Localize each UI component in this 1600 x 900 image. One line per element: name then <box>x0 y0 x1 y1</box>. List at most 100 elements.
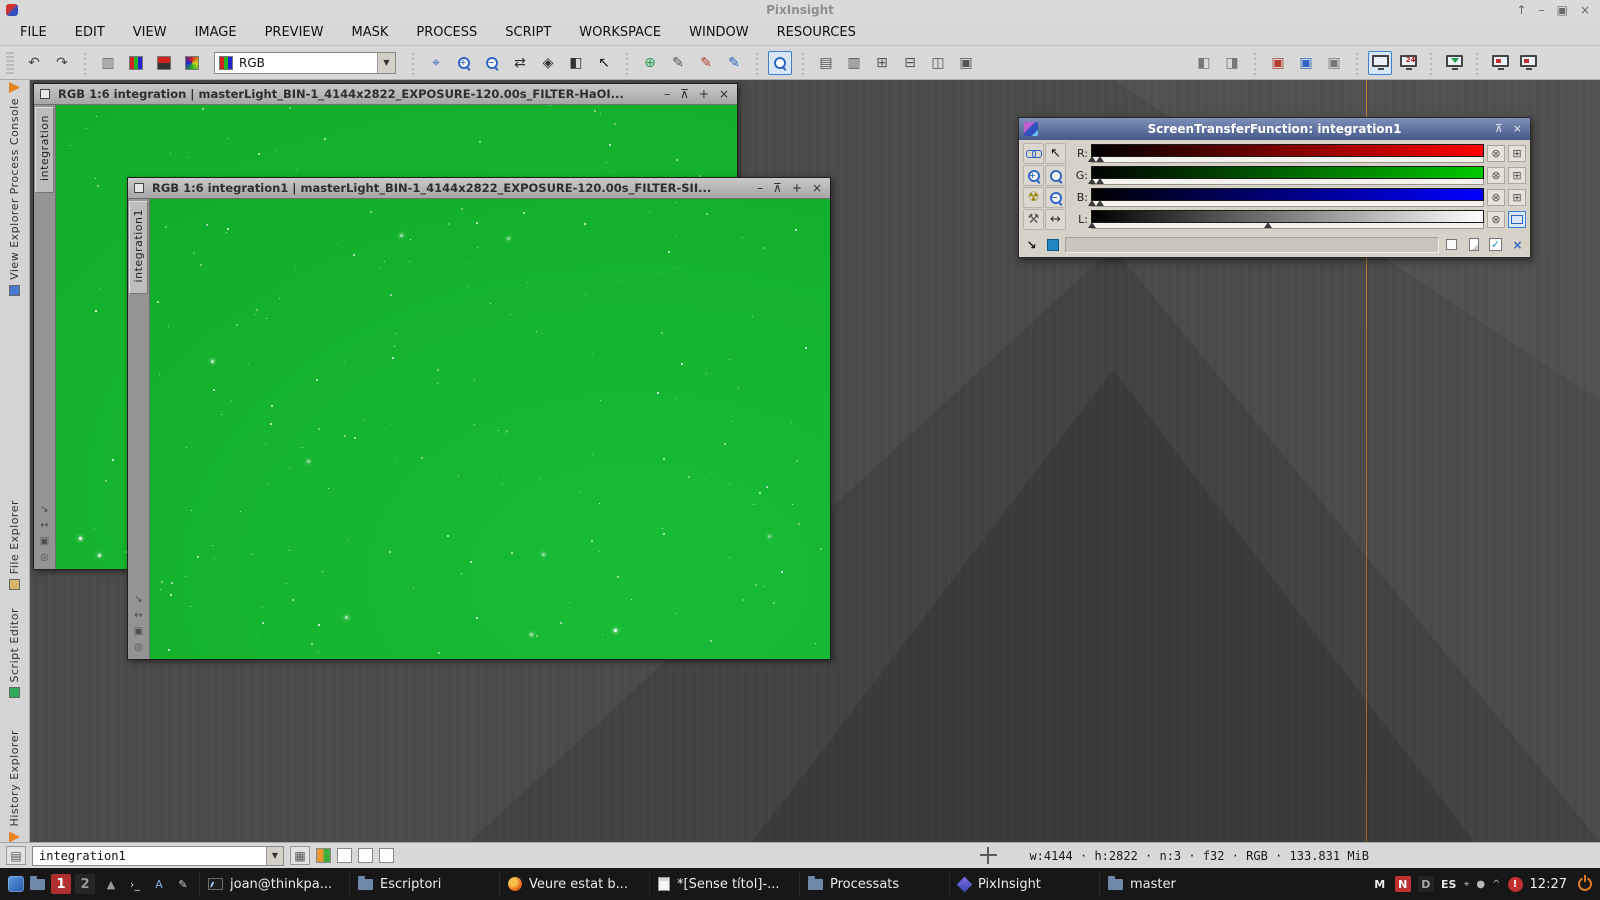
app-menu-icon[interactable] <box>8 876 24 892</box>
keyboard-layout-indicator[interactable]: ES <box>1441 876 1457 892</box>
new-preview-icon[interactable]: ⊕ <box>638 51 662 75</box>
menu-edit[interactable]: EDIT <box>75 25 105 40</box>
menu-file[interactable]: FILE <box>20 25 47 40</box>
taskbar-task--sense-t-tol-[interactable]: *[Sense títol]-... <box>649 872 799 896</box>
find-process-icon[interactable] <box>768 51 792 75</box>
midtone-marker[interactable] <box>1096 200 1104 206</box>
taskbar-task-pixinsight[interactable]: PixInsight <box>949 872 1099 896</box>
track-icon[interactable]: ⊞ <box>1508 145 1526 162</box>
collapse-icon[interactable]: × <box>1509 236 1526 253</box>
color-swatch[interactable] <box>358 848 373 863</box>
pointer-mode-icon[interactable]: ↖ <box>592 51 616 75</box>
window-collapse-icon[interactable]: ⊟ <box>898 51 922 75</box>
reset-channel-icon[interactable]: ⊗ <box>1487 167 1505 184</box>
menu-script[interactable]: SCRIPT <box>505 25 551 40</box>
shade-icon[interactable]: ⊼ <box>1495 118 1503 140</box>
image-window-integration1[interactable]: RGB 1:6 integration1 | masterLight_BIN-1… <box>127 177 831 660</box>
tray-icon-2[interactable]: ^ <box>1492 879 1500 890</box>
enabled-checkbox[interactable]: ✓ <box>1487 236 1504 253</box>
background-pattern-swatch[interactable] <box>316 848 331 863</box>
zoom-in-mode-icon[interactable]: + <box>452 51 476 75</box>
reset-channel-icon[interactable]: ⊗ <box>1487 145 1505 162</box>
view-list-icon[interactable]: ▤ <box>6 846 26 865</box>
stf-slider[interactable] <box>1091 188 1484 207</box>
fit-view-icon[interactable]: ⇄ <box>508 51 532 75</box>
window-tile-icon[interactable]: ◫ <box>926 51 950 75</box>
tray-indicator-n[interactable]: N <box>1395 876 1411 892</box>
monitor-reset-icon[interactable] <box>1488 51 1512 75</box>
sidebar-item-view-explorer[interactable]: View Explorer <box>0 198 29 296</box>
window-sys-icon[interactable] <box>134 183 144 193</box>
stf-monitor-icon[interactable] <box>1368 51 1392 75</box>
pan-mode-icon[interactable]: ⌖ <box>424 51 448 75</box>
window-minimize-icon[interactable]: – <box>1539 0 1545 20</box>
reset-channel-icon[interactable]: ⊗ <box>1487 211 1505 228</box>
tray-indicator-m[interactable]: M <box>1372 876 1388 892</box>
midtone-marker[interactable] <box>1088 200 1096 206</box>
chevron-down-icon[interactable]: ▼ <box>266 847 283 865</box>
menu-resources[interactable]: RESOURCES <box>777 25 856 40</box>
fit-window-icon[interactable]: ↘ <box>40 505 48 515</box>
fit-width-icon[interactable]: ↔ <box>40 521 48 531</box>
terminal-launcher-icon[interactable]: ›_ <box>125 874 145 894</box>
window-prev-icon[interactable]: ▤ <box>814 51 838 75</box>
maximize-icon[interactable]: + <box>792 178 802 199</box>
image-window-titlebar[interactable]: RGB 1:6 integration | masterLight_BIN-1_… <box>34 84 737 105</box>
shade-icon[interactable]: ⊼ <box>680 84 689 105</box>
midtone-marker[interactable] <box>1096 156 1104 162</box>
stf-slider[interactable] <box>1091 144 1484 163</box>
midtone-marker[interactable] <box>1088 222 1096 228</box>
view-tab-integration[interactable]: integration <box>35 107 54 193</box>
tray-icon-0[interactable]: ⌖ <box>1464 879 1470 890</box>
sidebar-item-history-explorer[interactable]: History Explorer <box>0 730 29 842</box>
dock-right-icon[interactable]: ◨ <box>1220 51 1244 75</box>
window-up-icon[interactable]: ↑ <box>1517 0 1527 20</box>
sidebar-item-file-explorer[interactable]: File Explorer <box>0 500 29 590</box>
edit-parameters-icon[interactable]: ⚒ <box>1023 209 1044 230</box>
image-view-integration1[interactable] <box>150 199 830 659</box>
taskbar-task-escriptori[interactable]: Escriptori <box>349 872 499 896</box>
channel-selector[interactable]: RGB▼ <box>214 52 396 74</box>
maximize-icon[interactable]: + <box>699 84 709 105</box>
monitor-icon[interactable] <box>1508 211 1526 228</box>
readout-icon[interactable]: ◎ <box>134 643 143 653</box>
menu-window[interactable]: WINDOW <box>689 25 749 40</box>
color-swatch[interactable] <box>337 848 352 863</box>
text-editor-icon[interactable]: A <box>149 874 169 894</box>
display-red-icon[interactable] <box>152 51 176 75</box>
window-next-icon[interactable]: ▥ <box>842 51 866 75</box>
zoom-1-1-icon[interactable]: ◈ <box>536 51 560 75</box>
reset-channel-icon[interactable]: ⊗ <box>1487 189 1505 206</box>
invert-mask-icon[interactable]: ✎ <box>722 51 746 75</box>
power-icon[interactable] <box>1578 877 1592 891</box>
view-selector[interactable]: integration1 ▼ <box>32 846 284 866</box>
screen-lut-icon[interactable]: ▥ <box>96 51 120 75</box>
close-icon[interactable]: × <box>719 84 729 105</box>
stf-dialog[interactable]: ScreenTransferFunction: integration1 ⊼ ×… <box>1018 117 1531 258</box>
window-close-icon[interactable]: × <box>1580 0 1590 20</box>
blank-option-icon[interactable] <box>1443 236 1460 253</box>
taskbar-task-master[interactable]: master <box>1099 872 1249 896</box>
image-window-titlebar[interactable]: RGB 1:6 integration1 | masterLight_BIN-1… <box>128 178 830 199</box>
menu-preview[interactable]: PREVIEW <box>265 25 324 40</box>
track-icon[interactable]: ⊞ <box>1508 167 1526 184</box>
undo-icon[interactable]: ↶ <box>22 51 46 75</box>
menu-workspace[interactable]: WORKSPACE <box>579 25 661 40</box>
readout-cursor-icon[interactable]: ↘ <box>1023 236 1040 253</box>
pointer-icon[interactable]: ↖ <box>1045 143 1066 164</box>
shade-icon[interactable]: ⊼ <box>773 178 782 199</box>
rgb-channels-icon[interactable] <box>124 51 148 75</box>
h-expand-icon[interactable]: ↔ <box>1045 209 1066 230</box>
delete-preview-icon[interactable]: ✎ <box>694 51 718 75</box>
midtone-marker[interactable] <box>1088 156 1096 162</box>
monitor-24bit-icon[interactable]: 24 <box>1396 51 1420 75</box>
view-properties-icon[interactable]: ▦ <box>290 846 310 865</box>
zoom-out-mode-icon[interactable]: − <box>480 51 504 75</box>
color-sample-icon[interactable] <box>1044 236 1061 253</box>
stf-slider[interactable] <box>1091 210 1484 229</box>
tray-icon-1[interactable]: ● <box>1476 879 1485 890</box>
gimp-icon[interactable]: ▲ <box>101 874 121 894</box>
readout-crosshair-icon[interactable] <box>980 847 997 864</box>
color-swatch[interactable] <box>379 848 394 863</box>
copy-view-icon[interactable]: ▣ <box>40 537 49 547</box>
